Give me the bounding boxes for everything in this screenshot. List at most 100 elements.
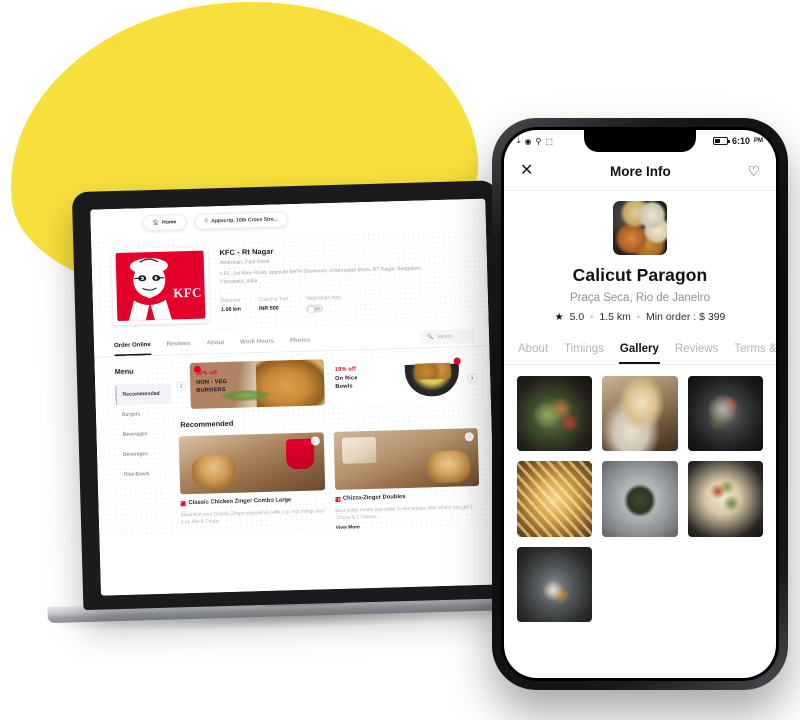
menu-card-title: Chizza-Zinger Doubles [342,494,406,502]
stat-vegetarian-only: Vegetarian only [306,295,341,313]
restaurant-stats: Distance 1.06 km Cost For Two INR 500 Ve… [221,291,474,315]
home-chip-label: Home [162,219,177,226]
gallery-image[interactable] [517,546,593,623]
promo-line-1: On Rice [335,375,358,382]
heart-icon[interactable]: ♡ [310,436,320,446]
phone-frame: ⤓ ◉ ⚲ ⬚ 6:10 PM ✕ More Info ♡ Calicut Pa… [492,118,788,690]
gallery-image[interactable] [687,461,763,537]
phone-bezel: ⤓ ◉ ⚲ ⬚ 6:10 PM ✕ More Info ♡ Calicut Pa… [501,127,779,681]
tab-photos[interactable]: Photos [290,330,311,352]
gallery-image[interactable] [602,461,678,537]
vegetarian-only-toggle[interactable] [306,304,324,313]
menu-card-image: ♡ [178,432,325,495]
search-placeholder: Search [437,333,454,340]
web-content: Menu Recommended Burgers Beverages Bever… [94,346,495,538]
stat-cost-value: INR 500 [258,305,279,312]
restaurant-name: Calicut Paragon [572,265,708,285]
promo-banner-rice-text: 19% off On Rice Bowls [335,366,358,390]
phone-tab-reviews[interactable]: Reviews [674,333,719,364]
menu-card[interactable]: ♡ Classic Chicken Zinger Combo Large Max… [178,432,326,535]
menu-card-name-row: Chizza-Zinger Doubles [334,492,480,504]
statusbar-right-icons: 6:10 PM [712,136,763,146]
tab-order-online[interactable]: Order Online [114,334,151,356]
non-veg-mark-icon [180,501,186,507]
tab-about[interactable]: About [206,332,224,353]
menu-card-image: ♡ [333,427,480,491]
recommended-cards: ♡ Classic Chicken Zinger Combo Large Max… [178,427,481,535]
statusbar-time: 6:10 [731,136,750,146]
promo-line-1: NON - VEG [196,378,228,386]
carousel-next-button[interactable]: ❯ [468,374,477,383]
promo-discount: 30% off [195,370,218,377]
phone-statusbar: ⤓ ◉ ⚲ ⬚ 6:10 PM [504,130,776,152]
home-chip[interactable]: 🏠 Home [142,214,187,232]
restaurant-logo: KFC [111,246,210,326]
laptop-screen: 🏠 Home ⚲ Appscrip, 10th Cross Stre... KF… [90,198,496,596]
menu-item-beverages-2[interactable]: Beverages [117,444,174,466]
kfc-badge-icon [453,357,461,365]
phone-screen: ⤓ ◉ ⚲ ⬚ 6:10 PM ✕ More Info ♡ Calicut Pa… [504,130,776,678]
carousel-prev-button[interactable]: ❮ [177,382,186,391]
location-chip[interactable]: ⚲ Appscrip, 10th Cross Stre... [194,211,289,230]
tab-work-hours[interactable]: Work Hours [240,331,274,353]
laptop-mockup: 🏠 Home ⚲ Appscrip, 10th Cross Stre... KF… [41,180,554,642]
restaurant-hero-section: KFC KFC - Rt Nagar American, Fast Food K… [91,228,489,336]
web-app: 🏠 Home ⚲ Appscrip, 10th Cross Stre... KF… [90,198,496,596]
menu-sidebar: Menu Recommended Burgers Beverages Bever… [94,356,175,538]
meta-separator: • [590,312,594,322]
vibrate-icon: ◉ [524,136,532,146]
phone-mockup: ⤓ ◉ ⚲ ⬚ 6:10 PM ✕ More Info ♡ Calicut Pa… [492,118,788,690]
restaurant-thumbnail [613,201,667,255]
phone-tab-timings[interactable]: Timings [563,333,605,364]
menu-main: ❮ 30% off NON - VEG BURGERS 19% off On R… [170,347,494,536]
menu-card-description: Best-seller meets star-seller in this un… [335,504,474,522]
stat-cost-for-two: Cost For Two INR 500 [259,296,289,314]
heart-icon[interactable]: ♡ [464,432,474,442]
menu-item-burgers[interactable]: Burgers [116,404,173,426]
restaurant-min-order: Min order : $ 399 [646,311,726,323]
non-veg-mark-icon [334,496,341,503]
phone-tab-terms[interactable]: Terms & condi [733,333,776,364]
menu-item-recommended[interactable]: Recommended [115,383,172,406]
tab-reviews[interactable]: Reviews [166,333,191,355]
close-icon[interactable]: ✕ [520,163,533,179]
gallery-image[interactable] [602,376,678,452]
menu-card-title: Classic Chicken Zinger Combo Large [188,497,292,507]
view-more-link[interactable]: View More [336,522,481,531]
menu-item-beverages-1[interactable]: Beverages [116,424,173,446]
scene: 🏠 Home ⚲ Appscrip, 10th Cross Stre... KF… [0,0,800,720]
stat-distance: Distance 1.06 km [221,297,241,315]
search-input[interactable]: 🔍 Search [419,328,476,345]
gallery-image[interactable] [687,376,763,452]
heart-icon[interactable]: ♡ [747,163,760,180]
download-icon: ⤓ [517,136,521,145]
menu-card[interactable]: ♡ Chizza-Zinger Doubles Best-seller meet… [333,427,481,531]
battery-icon [712,137,730,145]
restaurant-info: KFC - Rt Nagar American, Fast Food KFC, … [219,239,474,322]
gallery-image[interactable] [517,376,593,452]
stat-distance-label: Distance [220,297,241,304]
location-pin-icon: ⚲ [204,218,209,225]
promo-banner-rice-bowls[interactable]: 19% off On Rice Bowls [328,355,464,406]
bluetooth-icon: ⬚ [545,136,553,146]
promo-line-2: Bowls [335,383,353,390]
gallery-image[interactable] [517,461,593,537]
restaurant-meta: ★ 5.0 • 1.5 km • Min order : $ 399 [504,311,776,323]
phone-restaurant-header: Calicut Paragon Praça Seca, Rio de Janei… [504,191,776,333]
restaurant-rating: 5.0 [569,311,585,323]
promo-banner-burgers[interactable]: 30% off NON - VEG BURGERS [189,359,325,409]
phone-tab-about[interactable]: About [517,333,549,364]
kfc-logo-inner: KFC [115,250,206,322]
stat-cost-label: Cost For Two [258,296,289,303]
promo-banner-burgers-text: 30% off NON - VEG BURGERS [196,370,228,394]
phone-gallery-grid [504,365,776,634]
promo-carousel: ❮ 30% off NON - VEG BURGERS 19% off On R… [177,355,477,409]
laptop-lid: 🏠 Home ⚲ Appscrip, 10th Cross Stre... KF… [71,180,509,611]
location-chip-label: Appscrip, 10th Cross Stre... [211,216,278,225]
restaurant-location: Praça Seca, Rio de Janeiro [570,292,710,304]
statusbar-meridiem: PM [754,138,763,144]
phone-tab-gallery[interactable]: Gallery [619,333,660,364]
menu-item-rice-bowls[interactable]: Rice Bowls [117,463,174,485]
star-icon: ★ [554,311,564,323]
stat-veg-label: Vegetarian only [306,294,341,302]
